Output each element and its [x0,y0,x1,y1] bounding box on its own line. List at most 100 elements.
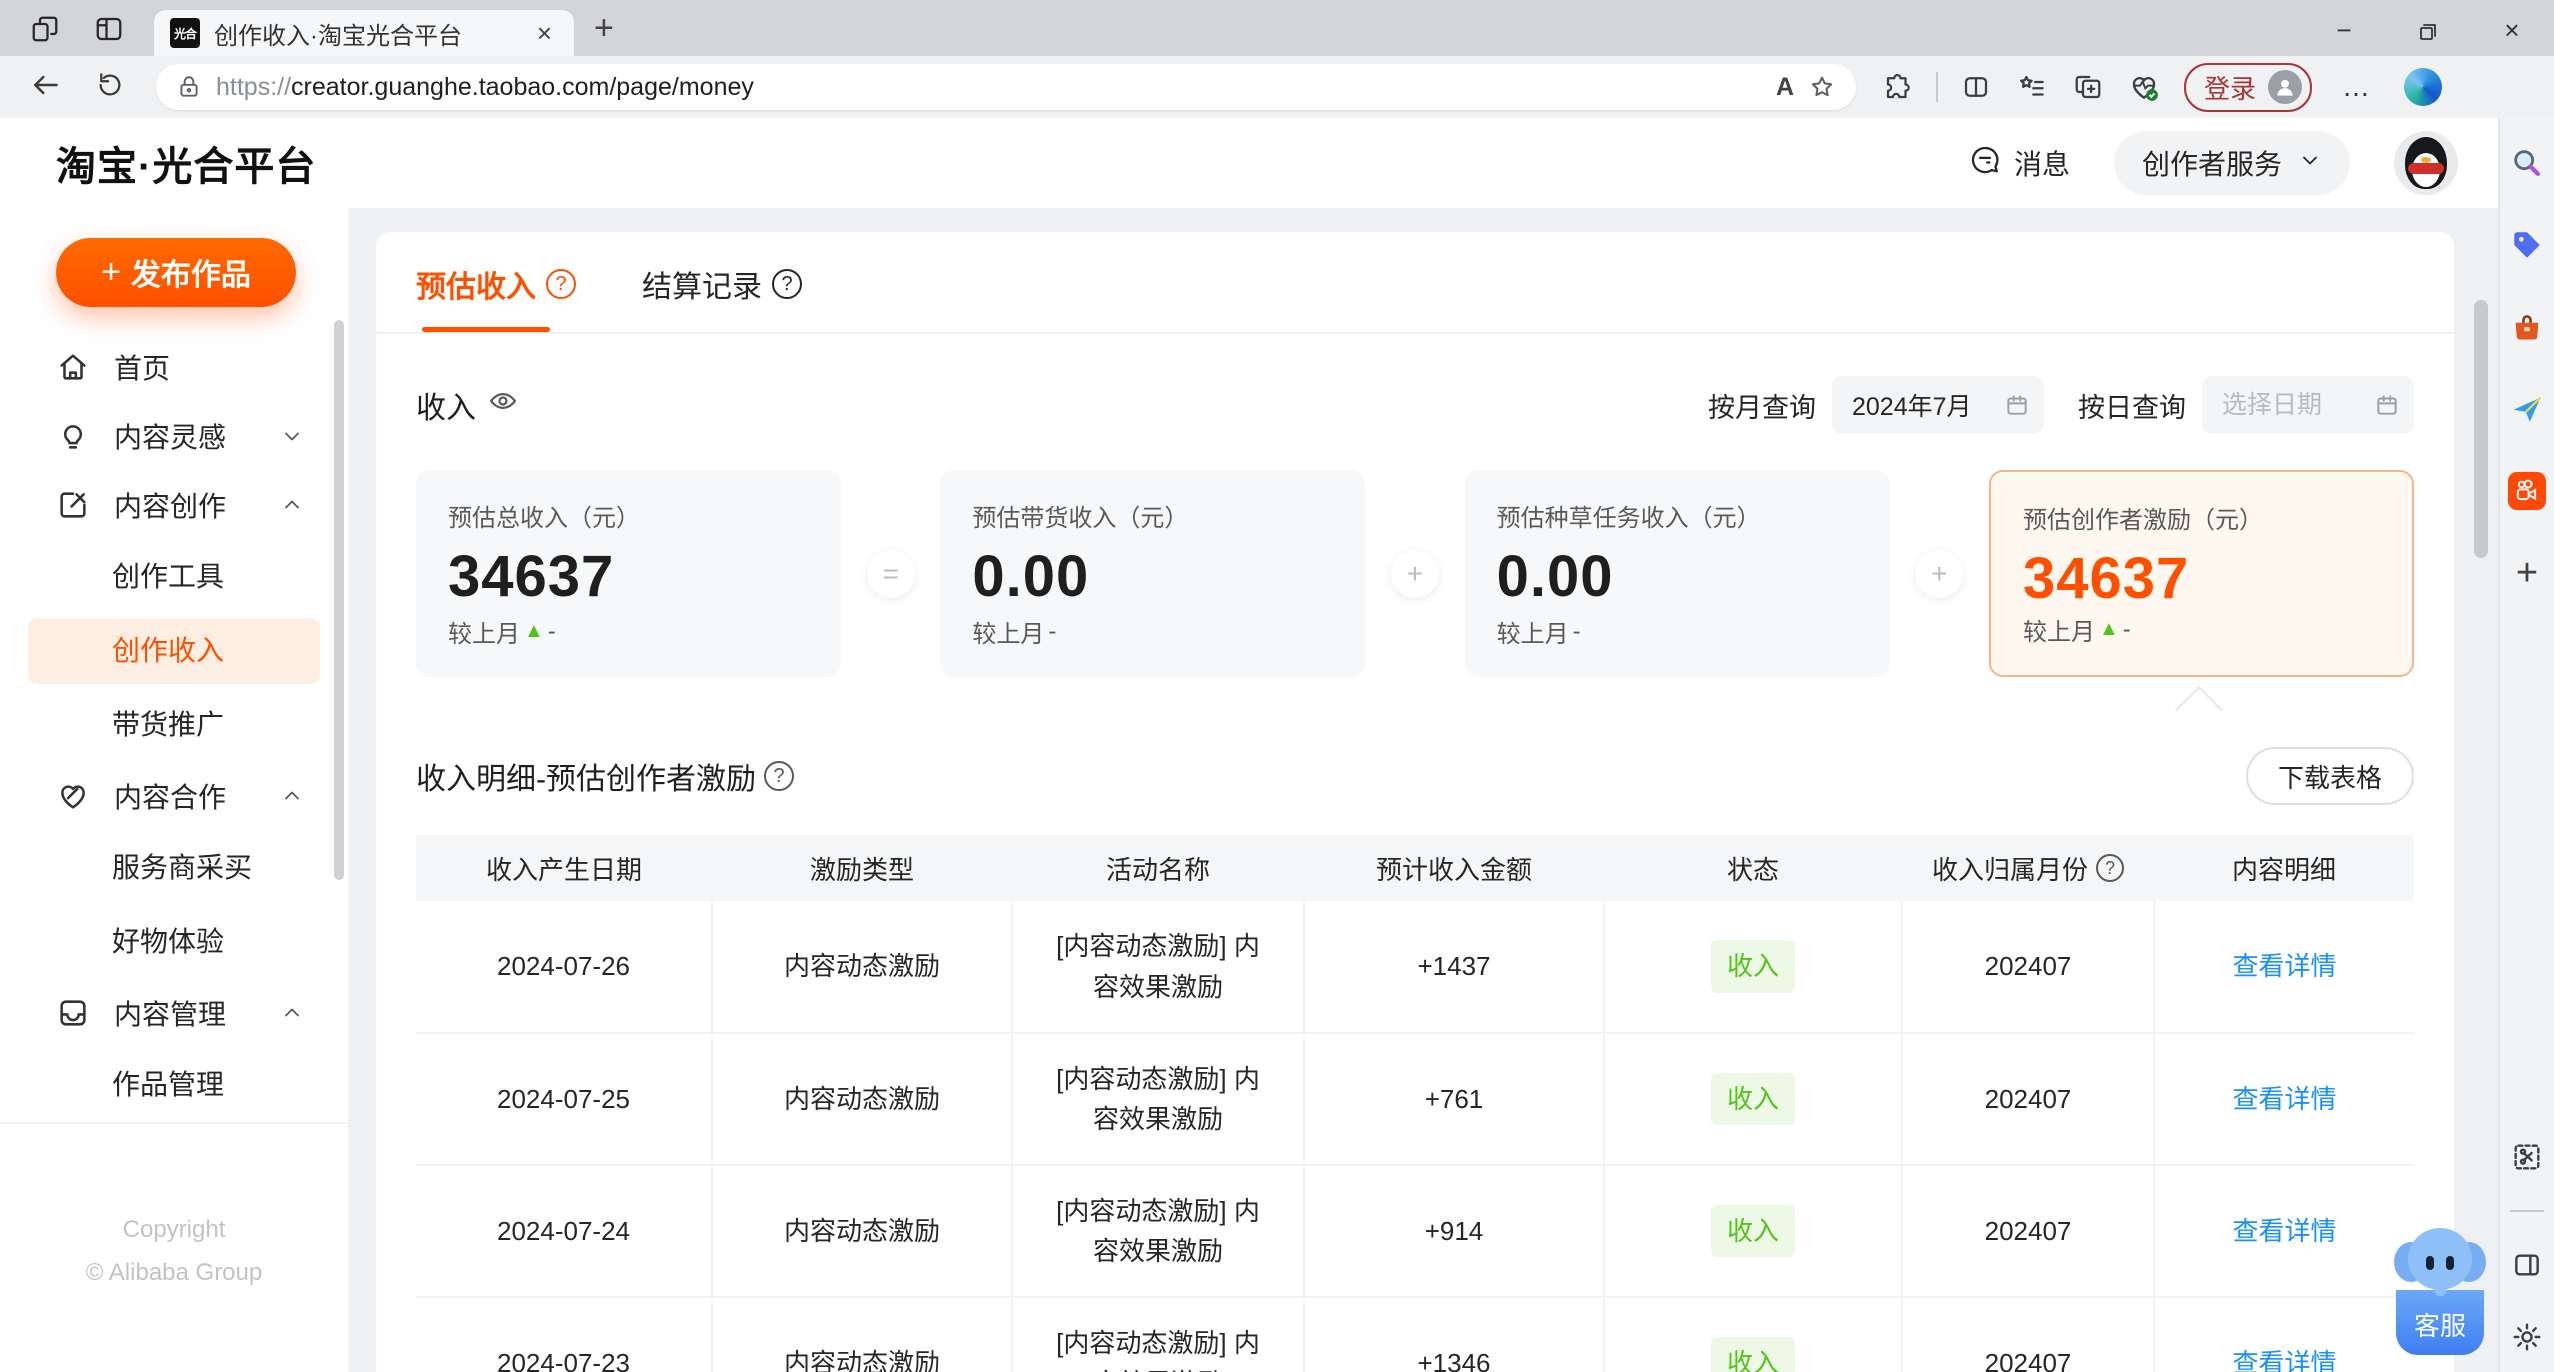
cell-month: 202407 [1901,1032,2155,1166]
sidebar-item-goods-experience[interactable]: 好物体验 [28,909,320,975]
sidebar-item-promotion[interactable]: 带货推广 [28,692,320,758]
cell-date: 2024-07-25 [416,1032,713,1166]
browser-essentials-icon[interactable] [2120,71,2168,103]
cell-type: 内容动态激励 [711,1296,1013,1372]
workspaces-icon[interactable] [30,14,60,44]
cell-activity: [内容动态激励] 内容效果激励 [1011,1296,1305,1372]
help-icon[interactable]: ? [772,269,802,299]
creator-service-dropdown[interactable]: 创作者服务 [2113,131,2350,195]
read-aloud-icon[interactable]: A [1776,73,1794,102]
sidebar-item-service-purchase[interactable]: 服务商采买 [28,835,320,901]
tab-settlement-records[interactable]: 结算记录 ? [642,262,802,332]
add-sidebar-item-icon[interactable]: + [2516,554,2538,592]
page-scrollbar[interactable] [2474,300,2488,558]
help-icon[interactable]: ? [764,761,794,791]
chevron-down-icon[interactable] [280,424,304,448]
settings-gear-icon[interactable] [2508,1318,2546,1356]
favorites-list-icon[interactable] [2008,72,2056,102]
shopping-tag-icon[interactable] [2508,226,2546,264]
month-filter-label: 按月查询 [1708,392,1816,423]
cell-month: 202407 [1901,1164,2155,1298]
cell-type: 内容动态激励 [711,901,1013,1034]
status-badge: 收入 [1710,940,1795,993]
site-logo[interactable]: 淘宝·光合平台 [56,134,316,192]
sidebar-scrollbar[interactable] [334,320,344,880]
sidebar-item-home[interactable]: 首页 [0,333,348,402]
col-header-action: 内容明细 [2154,835,2414,901]
heart-hand-icon [56,779,90,813]
eye-icon[interactable] [488,386,518,424]
login-button[interactable]: 登录 [2184,62,2313,112]
cell-status: 收入 [1603,901,1903,1034]
back-button[interactable] [18,69,74,106]
sidebar-panel-icon[interactable] [2508,1246,2546,1284]
sidebar-item-inspiration[interactable]: 内容灵感 [0,402,348,471]
kuaishou-icon[interactable] [2508,472,2546,510]
customer-service-widget[interactable]: 客服 [2394,1228,2486,1355]
cell-amount: +1346 [1303,1296,1605,1372]
help-icon[interactable]: ? [546,269,576,299]
download-table-button[interactable]: 下载表格 [2245,747,2414,805]
window-close-button[interactable]: × [2470,15,2554,46]
table-header-row: 收入产生日期 激励类型 活动名称 预计收入金额 状态 收入归属月份? 内容明细 [416,835,2414,901]
edit-square-icon [56,488,90,522]
browser-window: 光合 创作收入·淘宝光合平台 × + − × https://creator.g… [0,0,2554,1372]
browser-menu-icon[interactable]: … [2328,71,2386,103]
sidebar: + 发布作品 首页 内容灵感 内容创作 创作工具 创作收入 带货推广 内容合作 … [0,208,348,1372]
plus-operator: + [1390,549,1439,598]
tabs-divider [376,332,2454,334]
cell-date: 2024-07-23 [416,1296,713,1372]
search-icon[interactable] [2508,144,2546,182]
help-icon[interactable]: ? [2096,854,2124,882]
copilot-icon[interactable] [2404,68,2443,106]
view-details-link[interactable]: 查看详情 [2232,1084,2336,1114]
tab-close-icon[interactable]: × [531,18,558,49]
sidebar-item-cooperation[interactable]: 内容合作 [0,762,348,831]
window-restore-button[interactable] [2386,15,2470,46]
site-header: 淘宝·光合平台 消息 创作者服务 [0,118,2498,208]
publish-work-button[interactable]: + 发布作品 [56,238,296,307]
sidebar-item-creation[interactable]: 内容创作 [0,471,348,540]
collections-icon[interactable] [2064,72,2112,102]
month-filter: 按月查询 [1708,376,2044,434]
favorite-star-icon[interactable] [1808,73,1836,101]
chevron-up-icon[interactable] [280,493,304,517]
plus-icon: + [101,252,121,291]
tab-actions-icon[interactable] [94,14,124,44]
content-card: 预估收入 … ? 结算记录 ? 收入 按月查询 [376,232,2454,1372]
cell-status: 收入 [1603,1164,1903,1298]
table-row: 2024-07-23 内容动态激励 [内容动态激励] 内容效果激励 +1346 … [416,1296,2414,1372]
url-scheme: https:// [216,72,292,101]
view-details-link[interactable]: 查看详情 [2232,951,2336,981]
refresh-button[interactable] [82,70,138,105]
send-plane-icon[interactable] [2508,390,2546,428]
calendar-icon [2004,392,2030,418]
tab-estimated-income[interactable]: 预估收入 … ? [416,262,576,332]
sidebar-footer: Copyright © Alibaba Group [0,1121,348,1372]
lock-icon [176,74,202,100]
messages-button[interactable]: 消息 [1968,143,2070,184]
sidebar-item-creation-tools[interactable]: 创作工具 [28,544,320,610]
chevron-up-icon[interactable] [280,784,304,808]
table-row: 2024-07-25 内容动态激励 [内容动态激励] 内容效果激励 +761 收… [416,1032,2414,1166]
user-avatar[interactable] [2394,131,2458,195]
stat-card-creator-incentive[interactable]: 预估创作者激励（元） 34637 较上月 ▲ - [1988,470,2414,677]
sidebar-item-creation-income[interactable]: 创作收入 [28,617,320,684]
col-header-amount: 预计收入金额 [1304,835,1604,901]
split-screen-icon[interactable] [1952,72,2000,102]
browser-tab[interactable]: 光合 创作收入·淘宝光合平台 × [154,10,574,56]
sidebar-item-works-management[interactable]: 作品管理 [28,1052,320,1118]
view-details-link[interactable]: 查看详情 [2232,1348,2336,1372]
screenshot-icon[interactable] [2508,1138,2546,1176]
cell-type: 内容动态激励 [711,1032,1013,1166]
sidebar-item-management[interactable]: 内容管理 [0,979,348,1048]
extensions-icon[interactable] [1874,72,1922,102]
window-minimize-button[interactable]: − [2302,15,2386,46]
new-tab-button[interactable]: + [574,9,614,56]
url-text[interactable]: https://creator.guanghe.taobao.com/page/… [216,73,1762,102]
highlight-card-notch [2174,685,2224,735]
view-details-link[interactable]: 查看详情 [2232,1216,2336,1246]
chevron-up-icon[interactable] [280,1001,304,1025]
address-bar[interactable]: https://creator.guanghe.taobao.com/page/… [156,64,1856,110]
toolbox-icon[interactable] [2508,308,2546,346]
